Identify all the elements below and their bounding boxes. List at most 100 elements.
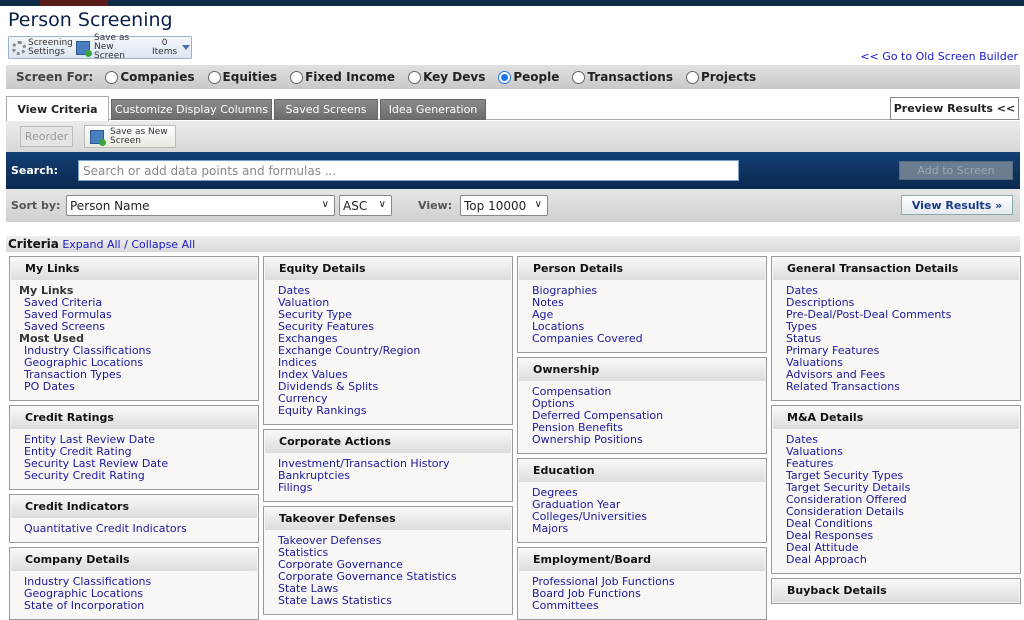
criteria-link[interactable]: Industry Classifications [24,576,258,588]
radio-transactions[interactable]: Transactions [572,70,673,84]
criteria-link[interactable]: Geographic Locations [24,588,258,600]
save-as-new-screen-button[interactable]: Save as New Screen [73,34,149,61]
criteria-link[interactable]: Security Credit Rating [24,470,258,482]
panel-m-a-details: M&A Details Dates Valuations Features Target… [771,405,1021,574]
panel-my-links: My Links My Links Saved Criteria Saved Form… [9,256,259,401]
panel-header[interactable]: Buyback Details [773,580,1019,602]
criteria-link[interactable]: Related Transactions [786,381,1020,393]
criteria-link[interactable]: Ownership Positions [532,434,766,446]
panel-body: Professional Job Functions Board Job Func… [518,572,766,619]
criteria-link[interactable]: Board Job Functions [532,588,766,600]
panel-header[interactable]: Corporate Actions [265,431,511,453]
radio-circle[interactable] [685,70,699,84]
criteria-link[interactable]: Notes [532,297,766,309]
radio-circle[interactable] [207,70,221,84]
screen-for-bar: Screen For: Companies Equities Fixed Incom… [6,65,1020,89]
criteria-link[interactable]: Bankruptcies [278,470,512,482]
criteria-link[interactable]: Equity Rankings [278,405,512,417]
radio-circle[interactable] [105,70,119,84]
criteria-link[interactable]: State of Incorporation [24,600,258,612]
panel-header[interactable]: Ownership [519,359,765,381]
view-count-select[interactable]: Top 10000 ∨ [460,195,548,216]
panel-body: Dates Valuation Security Type Security Feat… [264,281,512,424]
sort-bar: Sort by: Person Name ∨ ASC ∨ View: Top 100… [6,189,1020,222]
page-title: Person Screening [8,9,173,31]
panel-body: Compensation Options Deferred Compensation… [518,382,766,453]
criteria-link[interactable]: Professional Job Functions [532,576,766,588]
add-to-screen-button[interactable]: Add to Screen [899,161,1013,180]
panel-general-transaction-details: General Transaction Details Dates Descript… [771,256,1021,401]
panel-credit-ratings: Credit Ratings Entity Last Review Date Ent… [9,405,259,490]
criteria-link[interactable]: State Laws [278,583,512,595]
panel-ownership: Ownership Compensation Options Deferred Com… [517,357,767,454]
panel-body: Investment/Transaction History Bankruptci… [264,454,512,501]
panel-header[interactable]: M&A Details [773,407,1019,429]
criteria-header: Criteria Expand All / Collapse All [6,236,1020,252]
panel-header[interactable]: Education [519,460,765,482]
criteria-link[interactable]: Deal Approach [786,554,1020,566]
criteria-link[interactable]: Biographies [532,285,766,297]
save-icon [90,129,106,146]
panel-body: Dates Descriptions Pre-Deal/Post-Deal Comm… [772,281,1020,400]
radio-circle[interactable] [498,70,512,84]
panel-body: Quantitative Credit Indicators [10,519,258,542]
radio-circle[interactable] [572,70,586,84]
panel-education: Education Degrees Graduation Year Colleges/… [517,458,767,543]
panel-body: Dates Valuations Features Target Security T… [772,430,1020,573]
collapse-all-link[interactable]: Collapse All [131,238,195,251]
panel-header[interactable]: My Links [11,258,257,280]
search-bar: Search: Search or add data points and fo… [6,152,1020,189]
criteria-column: Equity Details Dates Valuation Security Typ… [263,256,513,620]
panel-body: Industry Classifications Geographic Locat… [10,572,258,619]
sort-field-select[interactable]: Person Name ∨ [66,195,335,216]
items-dropdown[interactable]: 0 Items [149,38,180,57]
reorder-button[interactable]: Reorder [20,126,73,147]
chevron-down-icon: ∨ [321,199,329,210]
radio-circle[interactable] [408,70,422,84]
criteria-toolbar: Reorder Save as New Screen [6,121,1020,152]
view-results-button[interactable]: View Results » [901,195,1013,215]
panel-header[interactable]: Takeover Defenses [265,508,511,530]
panel-header[interactable]: Employment/Board [519,549,765,571]
radio-fixed-income[interactable]: Fixed Income [290,70,395,84]
tab-customize-display-columns[interactable]: Customize Display Columns [111,99,272,120]
tab-idea-generation[interactable]: Idea Generation [380,99,486,120]
panel-header[interactable]: Equity Details [265,258,511,280]
criteria-link[interactable]: Types [786,321,1020,333]
preview-results-button[interactable]: Preview Results << [890,97,1019,120]
screening-settings-button[interactable]: Screening Settings [9,38,73,57]
radio-companies[interactable]: Companies [105,70,195,84]
panel-header[interactable]: General Transaction Details [773,258,1019,280]
top-nav-bar [0,0,1024,6]
panel-header[interactable]: Credit Indicators [11,496,257,518]
panel-company-details: Company Details Industry Classifications G… [9,547,259,620]
criteria-link[interactable]: PO Dates [24,381,258,393]
criteria-link[interactable]: Pre-Deal/Post-Deal Comments [786,309,1020,321]
panel-employment-board: Employment/Board Professional Job Functio… [517,547,767,620]
radio-projects[interactable]: Projects [685,70,756,84]
chevron-down-icon[interactable] [182,45,191,50]
chevron-down-icon: ∨ [378,199,386,210]
criteria-link[interactable]: Companies Covered [532,333,766,345]
tab-saved-screens[interactable]: Saved Screens [274,99,378,120]
panel-header[interactable]: Company Details [11,549,257,571]
panel-body: Takeover Defenses Statistics Corporate Gov… [264,531,512,614]
sort-order-select[interactable]: ASC ∨ [339,195,392,216]
search-input[interactable]: Search or add data points and formulas .… [78,160,739,181]
panel-header[interactable]: Person Details [519,258,765,280]
criteria-link[interactable]: Quantitative Credit Indicators [24,523,258,535]
criteria-link[interactable]: State Laws Statistics [278,595,512,607]
radio-key-devs[interactable]: Key Devs [408,70,485,84]
expand-all-link[interactable]: Expand All [62,238,120,251]
criteria-link[interactable]: Majors [532,523,766,535]
criteria-link[interactable]: Filings [278,482,512,494]
save-as-new-screen-button-2[interactable]: Save as New Screen [84,125,176,148]
radio-equities[interactable]: Equities [207,70,277,84]
criteria-link[interactable]: Committees [532,600,766,612]
old-screen-builder-link[interactable]: << Go to Old Screen Builder [860,50,1018,63]
radio-circle[interactable] [290,70,304,84]
panel-header[interactable]: Credit Ratings [11,407,257,429]
radio-people[interactable]: People [498,70,559,84]
tab-view-criteria[interactable]: View Criteria [6,96,109,121]
save-icon [76,40,92,57]
